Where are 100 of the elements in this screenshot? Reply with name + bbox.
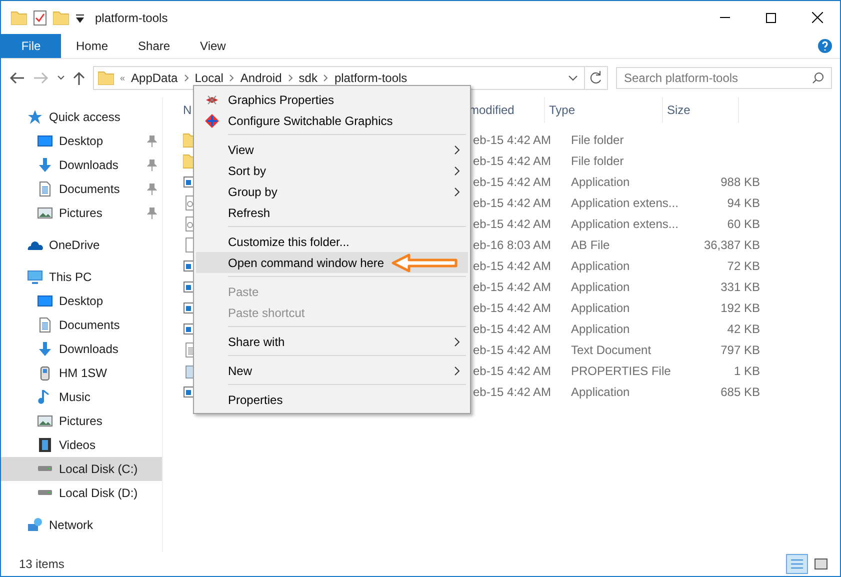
picture-icon [37,205,53,221]
thumbnail-icon[interactable] [814,558,828,570]
table-cell-text: 60 KB [726,216,760,230]
navigation-item[interactable]: Documents [1,313,162,337]
document-icon [37,181,53,197]
details-icon[interactable] [790,558,804,570]
table-cell-text: eb-15 4:42 AM [473,384,552,398]
table-cell-text: eb-15 4:42 AM [473,154,552,168]
navigation-item[interactable]: Desktop [1,129,162,153]
table-cell-text: Application [571,258,631,272]
download-icon [37,157,53,173]
table-cell-text: 685 KB [720,384,760,398]
navigation-item[interactable]: Documents [1,177,162,201]
table-cell-text: eb-16 8:03 AM [473,238,552,252]
desktop-icon [37,133,53,149]
table-cell-text: eb-15 4:42 AM [473,322,552,336]
table-cell-text: eb-15 4:42 AM [473,258,552,272]
properties-icon[interactable] [33,10,47,26]
navigation-item[interactable]: Network [1,513,162,537]
breadcrumb[interactable]: AppData [131,71,178,85]
help-icon[interactable] [818,39,832,53]
ribbon-tab[interactable]: File [1,34,61,58]
column-header[interactable]: Size [663,97,739,123]
menu-item[interactable]: View [196,139,468,160]
table-cell-text: eb-15 4:42 AM [473,300,552,314]
table-cell-text: 36,387 KB [702,238,760,252]
navigation-item[interactable]: Pictures [1,409,162,433]
table-cell-text: Application [571,322,631,336]
menu-item[interactable]: Properties [196,389,468,410]
menu-item[interactable]: Configure Switchable Graphics [196,110,468,131]
pin-icon[interactable] [147,135,157,147]
chevron-right-icon[interactable] [184,74,189,82]
table-cell-text: 94 KB [726,196,760,210]
chevron-down-icon[interactable] [568,75,578,81]
table-cell-text: 72 KB [726,258,760,272]
navigation-item[interactable]: Downloads [1,153,162,177]
table-cell-text: eb-15 4:42 AM [473,174,552,188]
menu-item[interactable]: New [196,360,468,381]
document-icon [37,317,53,333]
table-cell-text: Application extens... [571,196,680,210]
menu-item[interactable]: Customize this folder... [196,231,468,252]
up-icon[interactable] [73,71,85,85]
navigation-item[interactable]: HM 1SW [1,361,162,385]
search-icon[interactable] [812,72,824,84]
table-cell-text: Application [571,174,631,188]
breadcrumb[interactable]: Android [240,71,282,85]
table-cell-text: eb-15 4:42 AM [473,132,552,146]
breadcrumb[interactable]: Local [194,71,224,85]
navigation-item[interactable]: Local Disk (C:) [1,457,162,481]
download-icon [37,341,53,357]
drive-icon [37,490,53,496]
chevron-right-icon[interactable] [288,74,293,82]
navigation-item[interactable]: Quick access [1,105,162,129]
table-cell-text: 331 KB [720,280,760,294]
menu-item[interactable]: Share with [196,331,468,352]
menu-item[interactable]: Graphics Properties [196,89,468,110]
folder-icon [98,71,114,85]
menu-item[interactable]: Open command window here [196,252,468,273]
dropdown-icon[interactable] [75,12,85,22]
column-header[interactable]: Type [545,97,663,123]
navigation-item[interactable]: This PC [1,265,162,289]
back-icon[interactable] [9,71,25,85]
table-cell-text: Application [571,384,631,398]
chevron-right-icon[interactable] [323,74,328,82]
film-icon [37,437,53,453]
table-cell-text: File folder [571,154,625,168]
star-icon [27,109,43,125]
close-icon[interactable] [812,12,822,23]
breadcrumb[interactable]: platform-tools [334,71,408,85]
window-title: platform-tools [95,10,168,24]
table-cell-text: File folder [571,132,625,146]
pin-icon[interactable] [147,159,157,171]
navigation-item[interactable]: Videos [1,433,162,457]
chevron-right-icon[interactable] [229,74,234,82]
table-cell-text: 42 KB [726,322,760,336]
table-cell-text: PROPERTIES File [571,364,672,378]
search-field[interactable]: Search platform-tools [616,67,832,89]
breadcrumb[interactable]: sdk [298,71,318,85]
overflow-chevron[interactable]: « [120,73,126,83]
table-cell-text: eb-15 4:42 AM [473,216,552,230]
item-count: 13 items [19,557,64,571]
table-cell-text: Application extens... [571,216,680,230]
computer-icon [27,269,43,285]
table-cell-text: Application [571,280,631,294]
pin-icon[interactable] [147,183,157,195]
navigation-item[interactable]: Local Disk (D:) [1,481,162,505]
navigation-item[interactable]: Pictures [1,201,162,225]
table-cell-text: eb-15 4:42 AM [473,342,552,356]
menu-item[interactable]: Refresh [196,202,468,223]
navigation-item[interactable]: Downloads [1,337,162,361]
menu-item[interactable]: Group by [196,181,468,202]
navigation-item[interactable]: Desktop [1,289,162,313]
table-cell-text: eb-15 4:42 AM [473,280,552,294]
chevron-down-icon[interactable] [57,75,65,81]
navigation-item[interactable]: Music [1,385,162,409]
drive-icon [37,466,53,472]
navigation-item[interactable]: OneDrive [1,233,162,257]
pin-icon[interactable] [147,207,157,219]
menu-item[interactable]: Sort by [196,160,468,181]
maximize-icon[interactable] [766,12,776,22]
